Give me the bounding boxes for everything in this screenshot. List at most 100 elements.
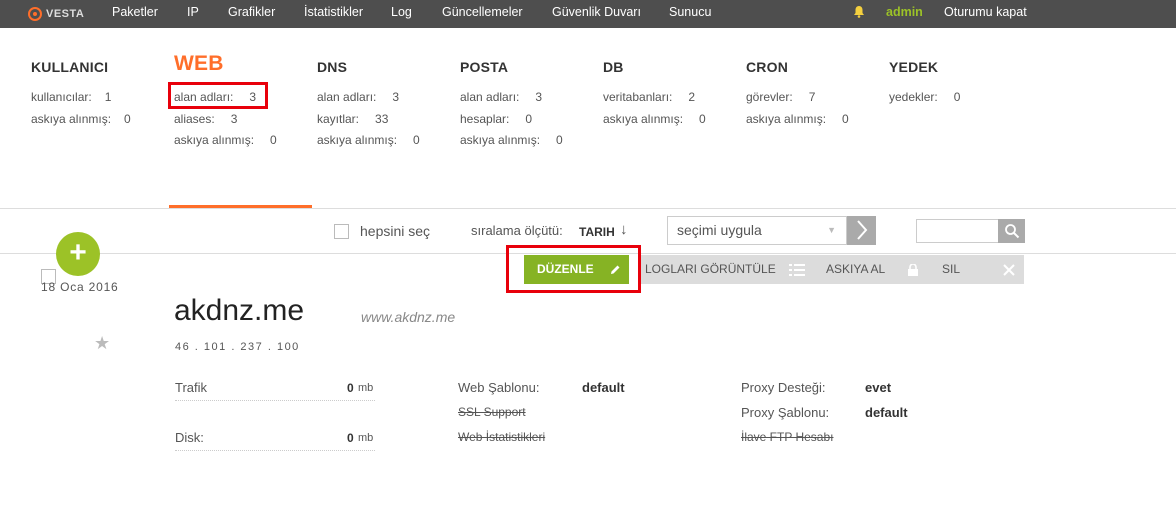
stat-value: 0 <box>842 111 849 126</box>
sort-direction-icon[interactable]: ↓ <box>620 221 628 238</box>
proxy-support-value: evet <box>865 380 892 395</box>
view-logs-button[interactable]: LOGLARI GÖRÜNTÜLE <box>645 255 776 284</box>
disk-label: Disk: <box>175 430 204 445</box>
stat-label: askıya alınmış: <box>174 133 255 147</box>
highlight-box <box>506 245 641 293</box>
stat-db[interactable]: DB veritabanları: 2 askıya alınmış: 0 <box>603 56 706 130</box>
search-button[interactable] <box>998 219 1025 243</box>
nav-item-packages[interactable]: Paketler <box>112 0 158 28</box>
close-icon[interactable] <box>997 255 1021 284</box>
stat-label: kullanıcılar: <box>31 90 92 104</box>
divider <box>175 400 375 401</box>
search-icon <box>1004 224 1019 239</box>
stat-value: 3 <box>535 90 543 104</box>
stat-value: 0 <box>270 133 277 147</box>
vesta-logo[interactable]: VESTA <box>28 5 84 23</box>
search-input[interactable] <box>916 219 999 243</box>
logo-text: VESTA <box>46 8 85 20</box>
add-domain-button[interactable]: + <box>56 232 100 276</box>
suspend-button[interactable]: ASKIYA AL <box>826 255 885 284</box>
stat-label: kayıtlar: <box>317 111 360 126</box>
nav-item-firewall[interactable]: Güvenlik Duvarı <box>552 0 641 28</box>
chevron-right-icon <box>856 220 867 240</box>
domain-alias: www.akdnz.me <box>361 309 456 325</box>
apply-button[interactable] <box>847 216 876 245</box>
web-template-label: Web Şablonu: <box>458 380 540 395</box>
stat-value: 33 <box>375 111 389 126</box>
stat-title[interactable]: CRON <box>746 56 849 78</box>
nav-item-log[interactable]: Log <box>391 0 412 28</box>
ssl-support-label: SSL Support <box>458 405 526 419</box>
stat-dns[interactable]: DNS alan adları: 3 kayıtlar: 33 askıya alı… <box>317 56 420 152</box>
nav-item-statistics[interactable]: İstatistikler <box>304 0 363 28</box>
stat-label: askıya alınmış: <box>317 133 398 147</box>
stat-label: askıya alınmış: <box>460 133 541 147</box>
select-all-checkbox[interactable] <box>334 224 349 239</box>
stat-value: 0 <box>556 133 563 147</box>
bulk-action-value: seçimi uygula <box>677 222 762 238</box>
stat-value: 0 <box>124 111 131 126</box>
stat-value: 3 <box>230 111 238 126</box>
stat-label: alan adları: <box>317 90 377 104</box>
stat-value: 2 <box>688 90 696 104</box>
sort-label: sıralama ölçütü: <box>471 223 563 238</box>
bell-icon[interactable] <box>853 5 865 21</box>
logout-link[interactable]: Oturumu kapat <box>944 0 1027 28</box>
delete-button[interactable]: SIL <box>942 255 960 284</box>
stat-value: 0 <box>413 133 420 147</box>
proxy-support-label: Proxy Desteği: <box>741 380 826 395</box>
nav-item-ip[interactable]: IP <box>187 0 199 28</box>
disk-unit: mb <box>358 432 374 444</box>
disk-value: 0 <box>347 431 354 445</box>
stat-value: 0 <box>953 90 961 104</box>
stat-label: askıya alınmış: <box>746 111 827 126</box>
star-icon[interactable]: ★ <box>94 333 110 354</box>
stat-backup[interactable]: YEDEK yedekler: 0 <box>889 56 960 109</box>
web-stats-label: Web İstatistikleri <box>458 430 546 444</box>
stat-title[interactable]: DNS <box>317 56 420 78</box>
highlight-box <box>168 82 268 109</box>
user-link[interactable]: admin <box>886 0 923 28</box>
stat-label: askıya alınmış: <box>31 111 112 126</box>
stat-label: görevler: <box>746 90 793 104</box>
nav-item-server[interactable]: Sunucu <box>669 0 711 28</box>
stat-title-active[interactable]: WEB <box>174 53 277 78</box>
vesta-logo-icon <box>28 7 42 21</box>
stat-title[interactable]: DB <box>603 56 706 78</box>
stat-mail[interactable]: POSTA alan adları: 3 hesaplar: 0 askıya al… <box>460 56 563 152</box>
plus-icon: + <box>69 236 87 269</box>
creation-date: 18 Oca 2016 <box>41 280 119 294</box>
list-icon <box>785 255 809 284</box>
stat-value: 0 <box>699 111 706 126</box>
ip-address: 46 . 101 . 237 . 100 <box>175 341 300 353</box>
stat-cron[interactable]: CRON görevler: 7 askıya alınmış: 0 <box>746 56 849 130</box>
stat-value: 7 <box>808 90 816 104</box>
domain-name: akdnz.me <box>174 294 305 327</box>
nav-item-updates[interactable]: Güncellemeler <box>442 0 523 28</box>
stat-title[interactable]: YEDEK <box>889 56 960 78</box>
sort-value[interactable]: TARIH <box>579 225 615 239</box>
stat-user[interactable]: KULLANICI kullanıcılar: 1 askıya alınmış:… <box>31 56 131 130</box>
stat-title[interactable]: POSTA <box>460 56 563 78</box>
divider <box>0 208 1176 209</box>
traffic-value: 0 <box>347 381 354 395</box>
stat-value: 3 <box>392 90 400 104</box>
nav-item-graphs[interactable]: Grafikler <box>228 0 275 28</box>
traffic-unit: mb <box>358 382 374 394</box>
proxy-template-value: default <box>865 405 908 420</box>
divider <box>175 450 375 451</box>
select-all-label[interactable]: hepsini seç <box>360 223 430 239</box>
stat-title[interactable]: KULLANICI <box>31 56 131 78</box>
additional-ftp-label: İlave FTP Hesabı <box>741 430 834 444</box>
stat-label: yedekler: <box>889 90 938 104</box>
web-template-value: default <box>582 380 625 395</box>
proxy-template-label: Proxy Şablonu: <box>741 405 830 420</box>
traffic-label: Trafik <box>175 380 208 395</box>
bulk-action-select[interactable]: seçimi uygula ▼ <box>667 216 847 245</box>
stat-label: aliases: <box>174 111 215 126</box>
stat-label: alan adları: <box>460 90 520 104</box>
chevron-down-icon: ▼ <box>827 225 836 235</box>
stat-value: 1 <box>104 90 112 104</box>
stat-label: veritabanları: <box>603 90 673 104</box>
top-nav: VESTA Paketler IP Grafikler İstatistikle… <box>0 0 1176 28</box>
